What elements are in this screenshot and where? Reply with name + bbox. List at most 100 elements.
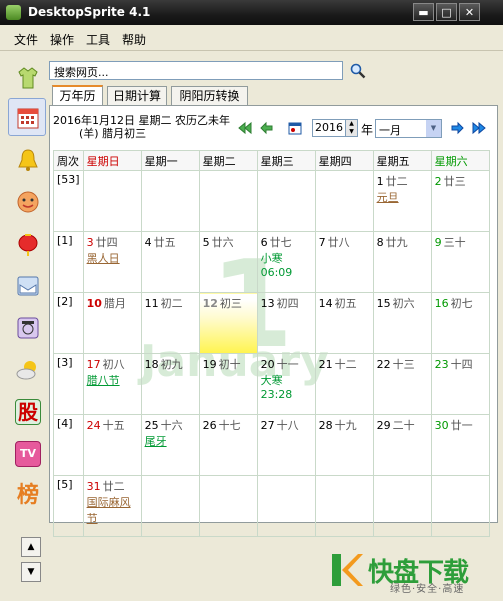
day-cell[interactable]: 15 初六: [372, 292, 432, 354]
year-up-icon[interactable]: ▲: [346, 120, 357, 128]
month-select[interactable]: 一月 ▼: [375, 119, 442, 138]
year-input[interactable]: 2016: [312, 119, 347, 137]
day-cell[interactable]: 2 廿三: [430, 170, 490, 232]
sidebar-item-festival[interactable]: [8, 224, 46, 262]
day-cell[interactable]: 19 初十: [198, 353, 258, 415]
day-cell[interactable]: 29 二十: [372, 414, 432, 476]
day-cell[interactable]: 5 廿六: [198, 231, 258, 293]
lunar-day: 廿一: [450, 419, 473, 432]
sidebar-item-alarm[interactable]: [8, 140, 46, 178]
empty-day-cell[interactable]: [198, 170, 258, 232]
search-icon[interactable]: [350, 63, 366, 79]
minimize-button[interactable]: ▬: [413, 3, 434, 21]
sidebar-item-phone[interactable]: [8, 308, 46, 346]
sidebar-item-weather[interactable]: [8, 350, 46, 388]
day-cell[interactable]: 24 十五: [82, 414, 142, 476]
solar-day: 17: [86, 358, 101, 371]
day-cell[interactable]: 14 初五: [314, 292, 374, 354]
empty-day-cell[interactable]: [256, 475, 316, 537]
day-cell[interactable]: 1 廿二 元旦: [372, 170, 432, 232]
day-cell[interactable]: 10 腊月: [82, 292, 142, 354]
day-cell[interactable]: 20 十一 大寒 23:28: [256, 353, 316, 415]
scroll-up-button[interactable]: ▲: [21, 537, 41, 557]
sidebar-item-calendar[interactable]: [8, 98, 46, 136]
empty-day-cell[interactable]: [372, 475, 432, 537]
week-number: [4]: [53, 414, 84, 476]
empty-day-cell[interactable]: [140, 170, 200, 232]
tab-lunar-convert[interactable]: 阴阳历转换: [171, 86, 248, 105]
sidebar-item-shirt[interactable]: [8, 58, 46, 96]
day-cell[interactable]: 12 初三: [198, 292, 258, 354]
day-cell[interactable]: 22 十三: [372, 353, 432, 415]
next-month-icon[interactable]: [448, 120, 464, 136]
day-cell[interactable]: 23 十四: [430, 353, 490, 415]
day-cell[interactable]: 30 廿一: [430, 414, 490, 476]
calendar-week-row: [5] 31 廿二 国际麻风节: [53, 475, 490, 537]
prev-month-icon[interactable]: [260, 120, 276, 136]
day-cell[interactable]: 4 廿五: [140, 231, 200, 293]
day-cell[interactable]: 16 初七: [430, 292, 490, 354]
close-button[interactable]: ✕: [459, 3, 480, 21]
calendar-week-row: [4] 24 十五 25 十六 尾牙 26 十七 27 十八 28 十九 29 二十 30 廿一: [53, 414, 490, 476]
next-year-icon[interactable]: [471, 120, 487, 136]
solar-term-time: 06:09: [260, 266, 293, 279]
day-cell[interactable]: 31 廿二 国际麻风节: [82, 475, 142, 537]
day-cell[interactable]: 27 十八: [256, 414, 316, 476]
today-icon[interactable]: [287, 120, 303, 136]
day-cell[interactable]: 25 十六 尾牙: [140, 414, 200, 476]
empty-day-cell[interactable]: [198, 475, 258, 537]
day-cell[interactable]: 17 初八 腊八节: [82, 353, 142, 415]
empty-day-cell[interactable]: [140, 475, 200, 537]
menu-operate[interactable]: 操作: [50, 31, 74, 48]
day-cell[interactable]: 7 廿八: [314, 231, 374, 293]
sidebar-item-tv[interactable]: TV: [8, 434, 46, 472]
menu-help[interactable]: 帮助: [122, 31, 146, 48]
holiday-link[interactable]: 尾牙: [145, 433, 196, 449]
tab-perpetual-calendar[interactable]: 万年历: [52, 85, 103, 106]
lunar-day: 初八: [102, 358, 125, 371]
week-number: [53]: [53, 170, 84, 232]
empty-day-cell[interactable]: [314, 475, 374, 537]
sidebar-item-ranking[interactable]: 榜: [8, 476, 46, 514]
chevron-down-icon[interactable]: ▼: [426, 120, 441, 137]
prev-year-icon[interactable]: [237, 120, 253, 136]
menu-tools[interactable]: 工具: [86, 31, 110, 48]
empty-day-cell[interactable]: [82, 170, 142, 232]
weekday-sat: 星期六: [430, 150, 490, 171]
day-cell[interactable]: 9 三十: [430, 231, 490, 293]
sidebar-item-mail[interactable]: [8, 266, 46, 304]
menu-file[interactable]: 文件: [14, 31, 38, 48]
day-cell[interactable]: 3 廿四 黑人日: [82, 231, 142, 293]
sidebar-item-contacts[interactable]: [8, 182, 46, 220]
day-cell[interactable]: 18 初九: [140, 353, 200, 415]
holiday-link[interactable]: 国际麻风节: [87, 494, 138, 526]
search-input[interactable]: 搜索网页...: [49, 61, 343, 80]
lunar-day: 廿三: [443, 175, 466, 188]
brand-slogan: 绿色·安全·高速: [390, 584, 465, 595]
day-cell[interactable]: 21 十二: [314, 353, 374, 415]
year-spinner[interactable]: ▲ ▼: [345, 119, 358, 137]
holiday-link[interactable]: 腊八节: [87, 372, 138, 388]
year-down-icon[interactable]: ▼: [346, 128, 357, 136]
day-cell[interactable]: 6 廿七 小寒 06:09: [256, 231, 316, 293]
tab-date-calc[interactable]: 日期计算: [107, 86, 167, 105]
week-number: [1]: [53, 231, 84, 293]
calendar-week-row: [53] 1 廿二 元旦 2 廿三: [53, 170, 490, 232]
day-cell[interactable]: 8 廿九: [372, 231, 432, 293]
day-cell[interactable]: 11 初二: [140, 292, 200, 354]
empty-day-cell[interactable]: [430, 475, 490, 537]
maximize-button[interactable]: □: [436, 3, 457, 21]
empty-day-cell[interactable]: [256, 170, 316, 232]
solar-day: 26: [202, 419, 217, 432]
lunar-day: 初三: [219, 297, 242, 310]
empty-day-cell[interactable]: [314, 170, 374, 232]
lunar-day: 十八: [276, 419, 299, 432]
day-cell[interactable]: 28 十九: [314, 414, 374, 476]
holiday-link[interactable]: 黑人日: [87, 250, 138, 266]
holiday-link[interactable]: 元旦: [377, 189, 428, 205]
day-cell[interactable]: 13 初四: [256, 292, 316, 354]
day-cell[interactable]: 26 十七: [198, 414, 258, 476]
scroll-down-button[interactable]: ▼: [21, 562, 41, 582]
sidebar-item-stock[interactable]: 股: [8, 392, 46, 430]
year-label: 年: [361, 123, 374, 137]
